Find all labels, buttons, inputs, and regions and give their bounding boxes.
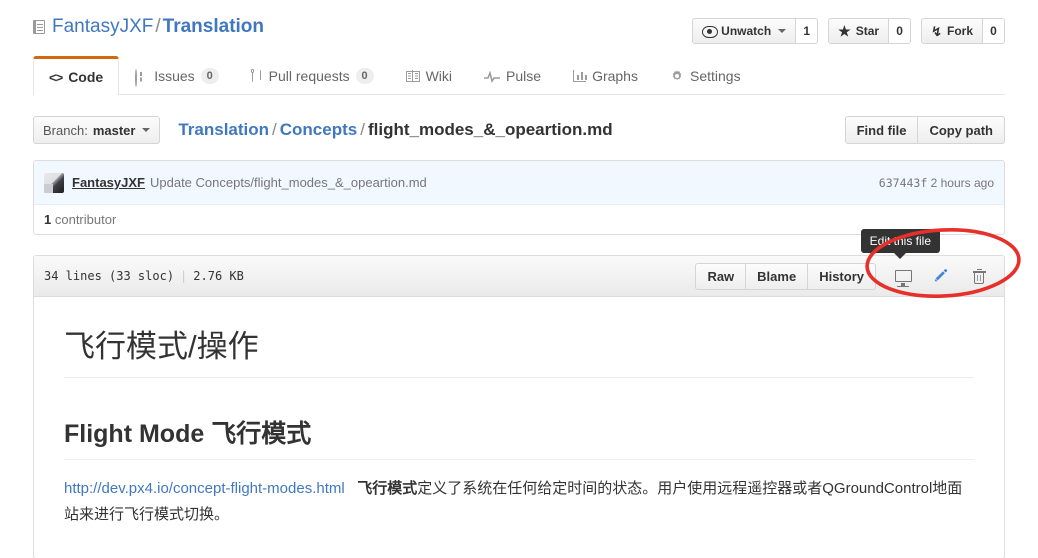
file-size: 2.76 KB	[193, 269, 244, 283]
eye-icon	[702, 26, 719, 38]
tab-settings-label: Settings	[689, 68, 741, 84]
tab-graphs[interactable]: Graphs	[557, 56, 654, 95]
graph-icon	[573, 70, 587, 82]
file-blob-header: 34 lines (33 sloc) | 2.76 KB Raw Blame His…	[34, 229, 1004, 297]
content-paragraph: http://dev.px4.io/concept-flight-modes.h…	[64, 476, 974, 529]
copy-path-button[interactable]: Copy path	[918, 116, 1005, 144]
tab-wiki-label: Wiki	[425, 68, 453, 84]
contributors-row[interactable]: 1 contributor	[34, 204, 1004, 234]
file-nav-actions: Find file Copy path	[844, 116, 1005, 144]
latest-commit-box: FantasyJXF Update Concepts/flight_modes_…	[33, 160, 1005, 235]
branch-name: master	[92, 122, 136, 138]
commit-message[interactable]: Update Concepts/flight_modes_&_opeartion…	[150, 175, 427, 190]
file-nav-container: Branch: master Translation / Concepts / flig…	[33, 116, 1005, 558]
commit-author-link[interactable]: FantasyJXF	[72, 175, 145, 190]
watch-count[interactable]: 1	[796, 18, 819, 44]
history-button[interactable]: History	[808, 262, 876, 290]
page-header: FantasyJXF / Translation Unwatch 1 ★ Star	[0, 0, 1038, 95]
chevron-down-icon	[142, 128, 151, 132]
commit-sha[interactable]: 637443f	[879, 176, 927, 190]
tab-issues-label: Issues	[154, 68, 195, 84]
edit-file-tooltip: Edit this file	[860, 229, 940, 260]
code-icon: <>	[49, 69, 63, 85]
tab-pulse[interactable]: Pulse	[468, 56, 557, 95]
trashcan-icon	[972, 268, 986, 284]
commit-time: 2 hours ago	[930, 175, 994, 190]
branch-prefix-label: Branch:	[43, 122, 88, 138]
find-file-button[interactable]: Find file	[844, 116, 919, 144]
commit-row: FantasyJXF Update Concepts/flight_modes_…	[34, 161, 1004, 204]
commit-meta: 637443f 2 hours ago	[879, 176, 994, 190]
gear-icon	[670, 69, 684, 83]
file-lines: 34 lines (33 sloc)	[44, 269, 175, 283]
repo-book-icon	[33, 20, 45, 34]
delete-file-button[interactable]	[964, 263, 994, 290]
fork-button-group: ↯ Fork 0	[921, 18, 1005, 44]
fork-label: Fork	[946, 24, 973, 38]
contributors-count: 1	[44, 212, 52, 227]
tab-code[interactable]: <> Code	[33, 56, 120, 95]
breadcrumb-filename: flight_modes_&_opeartion.md	[367, 120, 613, 139]
tab-graphs-label: Graphs	[592, 68, 638, 84]
contributors-label: contributor	[54, 212, 117, 227]
repo-title-separator: /	[155, 16, 161, 37]
px4-docs-link[interactable]: http://dev.px4.io/concept-flight-modes.h…	[64, 480, 345, 497]
blame-button[interactable]: Blame	[746, 262, 809, 290]
open-in-desktop-button[interactable]	[888, 263, 918, 290]
pulse-icon	[484, 70, 501, 83]
fork-button[interactable]: ↯ Fork	[921, 18, 983, 44]
file-navigation: Branch: master Translation / Concepts / flig…	[33, 116, 1005, 146]
content-heading-2: Flight Mode 飞行模式	[64, 418, 974, 460]
issues-count: 0	[200, 68, 219, 84]
fork-count[interactable]: 0	[983, 18, 1005, 44]
repo-name-link[interactable]: Translation	[163, 16, 264, 37]
file-blob: 34 lines (33 sloc) | 2.76 KB Raw Blame His…	[33, 229, 1005, 558]
edit-file-button[interactable]	[926, 263, 956, 290]
star-count[interactable]: 0	[889, 18, 912, 44]
tab-wiki[interactable]: Wiki	[390, 56, 468, 95]
tab-settings[interactable]: Settings	[654, 56, 757, 95]
tab-pulse-label: Pulse	[506, 68, 542, 84]
pencil-icon	[933, 268, 949, 284]
device-desktop-icon	[894, 270, 912, 288]
github-blob-page: FantasyJXF / Translation Unwatch 1 ★ Star	[0, 0, 1038, 558]
repo-owner-link[interactable]: FantasyJXF	[52, 16, 153, 37]
star-button[interactable]: ★ Star	[828, 18, 890, 44]
avatar	[44, 172, 64, 193]
star-icon: ★	[838, 23, 851, 39]
pull-requests-count: 0	[355, 68, 374, 84]
tab-pull-requests-label: Pull requests	[268, 68, 350, 84]
repo-forked-icon: ↯	[931, 23, 942, 39]
breadcrumb-slash: /	[360, 120, 365, 139]
watch-button-group: Unwatch 1	[692, 18, 819, 44]
tab-issues[interactable]: Issues 0	[119, 56, 234, 95]
book-icon	[405, 70, 420, 82]
content-heading-1: 飞行模式/操作	[64, 327, 974, 379]
file-info-divider: |	[180, 269, 188, 283]
breadcrumb-slash: /	[272, 120, 277, 139]
breadcrumb-root-link[interactable]: Translation	[178, 120, 269, 139]
issue-opened-icon	[135, 68, 148, 87]
breadcrumb: Translation / Concepts / flight_modes_&_opea…	[178, 120, 612, 140]
tab-code-label: Code	[68, 69, 104, 85]
branch-select-button[interactable]: Branch: master	[33, 116, 161, 144]
repo-nav: <> Code Issues 0 Pull requests 0 Wiki Pu…	[33, 56, 1005, 95]
breadcrumb-folder-link[interactable]: Concepts	[280, 120, 357, 139]
tab-pull-requests[interactable]: Pull requests 0	[235, 56, 390, 95]
unwatch-label: Unwatch	[721, 24, 772, 38]
unwatch-button[interactable]: Unwatch	[692, 18, 797, 44]
star-label: Star	[855, 24, 880, 38]
file-blob-actions: Raw Blame History	[695, 262, 994, 290]
paragraph-bold-term: 飞行模式	[357, 479, 418, 497]
star-button-group: ★ Star 0	[828, 18, 912, 44]
chevron-down-icon	[778, 29, 787, 33]
file-line-info: 34 lines (33 sloc) | 2.76 KB	[44, 269, 244, 283]
raw-button[interactable]: Raw	[695, 262, 747, 290]
markdown-content: 飞行模式/操作 Flight Mode 飞行模式 http://dev.px4.…	[34, 297, 1004, 558]
git-pull-request-icon	[250, 69, 263, 83]
repo-actions: Unwatch 1 ★ Star 0 ↯ Fork 0	[692, 18, 1005, 44]
